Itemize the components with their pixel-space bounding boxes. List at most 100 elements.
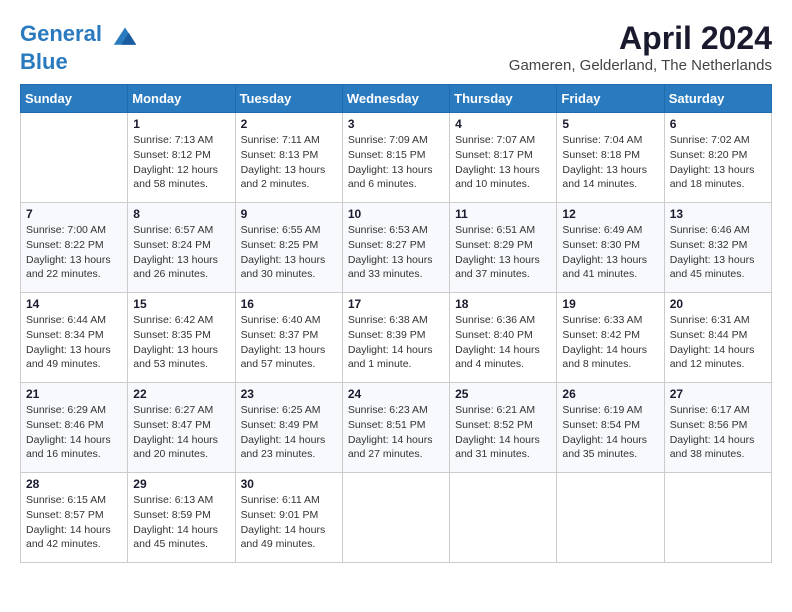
calendar-cell: 6 Sunrise: 7:02 AM Sunset: 8:20 PM Daylig… — [664, 113, 771, 203]
day-number: 28 — [26, 477, 122, 491]
calendar-cell: 5Sunrise: 7:04 AM Sunset: 8:18 PM Daylig… — [557, 113, 664, 203]
weekday-header-monday: Monday — [128, 85, 235, 113]
calendar-cell: 13 Sunrise: 6:46 AM Sunset: 8:32 PM Dayli… — [664, 203, 771, 293]
calendar-cell: 8 Sunrise: 6:57 AM Sunset: 8:24 PM Daylig… — [128, 203, 235, 293]
calendar-cell: 17 Sunrise: 6:38 AM Sunset: 8:39 PM Dayli… — [342, 293, 449, 383]
day-number: 17 — [348, 297, 444, 311]
weekday-header-tuesday: Tuesday — [235, 85, 342, 113]
calendar-cell — [664, 473, 771, 563]
day-number: 16 — [241, 297, 337, 311]
weekday-header-row: SundayMondayTuesdayWednesdayThursdayFrid… — [21, 85, 772, 113]
day-number: 4 — [455, 117, 551, 131]
calendar-cell: 19Sunrise: 6:33 AM Sunset: 8:42 PM Dayli… — [557, 293, 664, 383]
day-info: Sunrise: 6:46 AM Sunset: 8:32 PM Dayligh… — [670, 223, 766, 282]
logo-blue: Blue — [20, 50, 140, 74]
day-info: Sunrise: 6:40 AM Sunset: 8:37 PM Dayligh… — [241, 313, 337, 372]
day-info: Sunrise: 6:11 AM Sunset: 9:01 PM Dayligh… — [241, 493, 337, 552]
calendar-week-3: 14 Sunrise: 6:44 AM Sunset: 8:34 PM Dayli… — [21, 293, 772, 383]
day-info: Sunrise: 6:36 AM Sunset: 8:40 PM Dayligh… — [455, 313, 551, 372]
day-number: 19 — [562, 297, 658, 311]
calendar-cell — [21, 113, 128, 203]
day-number: 1 — [133, 117, 229, 131]
day-info: Sunrise: 6:44 AM Sunset: 8:34 PM Dayligh… — [26, 313, 122, 372]
calendar-cell: 7 Sunrise: 7:00 AM Sunset: 8:22 PM Daylig… — [21, 203, 128, 293]
weekday-header-saturday: Saturday — [664, 85, 771, 113]
day-number: 24 — [348, 387, 444, 401]
day-info: Sunrise: 6:21 AM Sunset: 8:52 PM Dayligh… — [455, 403, 551, 462]
calendar-cell — [342, 473, 449, 563]
day-info: Sunrise: 6:25 AM Sunset: 8:49 PM Dayligh… — [241, 403, 337, 462]
calendar-cell: 12Sunrise: 6:49 AM Sunset: 8:30 PM Dayli… — [557, 203, 664, 293]
calendar-cell: 14 Sunrise: 6:44 AM Sunset: 8:34 PM Dayli… — [21, 293, 128, 383]
calendar-cell: 27 Sunrise: 6:17 AM Sunset: 8:56 PM Dayli… — [664, 383, 771, 473]
calendar-week-2: 7 Sunrise: 7:00 AM Sunset: 8:22 PM Daylig… — [21, 203, 772, 293]
logo: General Blue — [20, 20, 140, 74]
title-block: April 2024 Gameren, Gelderland, The Neth… — [509, 20, 772, 74]
calendar-cell — [557, 473, 664, 563]
day-info: Sunrise: 6:55 AM Sunset: 8:25 PM Dayligh… — [241, 223, 337, 282]
day-number: 10 — [348, 207, 444, 221]
calendar-cell: 15Sunrise: 6:42 AM Sunset: 8:35 PM Dayli… — [128, 293, 235, 383]
day-info: Sunrise: 6:17 AM Sunset: 8:56 PM Dayligh… — [670, 403, 766, 462]
weekday-header-sunday: Sunday — [21, 85, 128, 113]
day-info: Sunrise: 7:09 AM Sunset: 8:15 PM Dayligh… — [348, 133, 444, 192]
calendar-cell: 26Sunrise: 6:19 AM Sunset: 8:54 PM Dayli… — [557, 383, 664, 473]
calendar-cell: 11Sunrise: 6:51 AM Sunset: 8:29 PM Dayli… — [450, 203, 557, 293]
calendar-table: SundayMondayTuesdayWednesdayThursdayFrid… — [20, 84, 772, 563]
day-info: Sunrise: 6:57 AM Sunset: 8:24 PM Dayligh… — [133, 223, 229, 282]
page-header: General Blue April 2024 Gameren, Gelderl… — [20, 20, 772, 74]
day-info: Sunrise: 6:51 AM Sunset: 8:29 PM Dayligh… — [455, 223, 551, 282]
month-year: April 2024 — [509, 20, 772, 57]
day-info: Sunrise: 7:13 AM Sunset: 8:12 PM Dayligh… — [133, 133, 229, 192]
day-number: 3 — [348, 117, 444, 131]
day-number: 30 — [241, 477, 337, 491]
day-info: Sunrise: 6:31 AM Sunset: 8:44 PM Dayligh… — [670, 313, 766, 372]
day-info: Sunrise: 7:07 AM Sunset: 8:17 PM Dayligh… — [455, 133, 551, 192]
calendar-cell: 30 Sunrise: 6:11 AM Sunset: 9:01 PM Dayli… — [235, 473, 342, 563]
day-info: Sunrise: 6:53 AM Sunset: 8:27 PM Dayligh… — [348, 223, 444, 282]
calendar-cell: 10 Sunrise: 6:53 AM Sunset: 8:27 PM Dayli… — [342, 203, 449, 293]
day-number: 22 — [133, 387, 229, 401]
calendar-cell: 4 Sunrise: 7:07 AM Sunset: 8:17 PM Daylig… — [450, 113, 557, 203]
day-number: 18 — [455, 297, 551, 311]
day-number: 21 — [26, 387, 122, 401]
day-info: Sunrise: 6:13 AM Sunset: 8:59 PM Dayligh… — [133, 493, 229, 552]
day-number: 23 — [241, 387, 337, 401]
day-number: 6 — [670, 117, 766, 131]
day-info: Sunrise: 7:00 AM Sunset: 8:22 PM Dayligh… — [26, 223, 122, 282]
calendar-cell: 9 Sunrise: 6:55 AM Sunset: 8:25 PM Daylig… — [235, 203, 342, 293]
day-number: 14 — [26, 297, 122, 311]
calendar-week-1: 1 Sunrise: 7:13 AM Sunset: 8:12 PM Daylig… — [21, 113, 772, 203]
calendar-cell: 2 Sunrise: 7:11 AM Sunset: 8:13 PM Daylig… — [235, 113, 342, 203]
calendar-week-5: 28 Sunrise: 6:15 AM Sunset: 8:57 PM Dayli… — [21, 473, 772, 563]
day-info: Sunrise: 6:29 AM Sunset: 8:46 PM Dayligh… — [26, 403, 122, 462]
day-number: 5 — [562, 117, 658, 131]
day-info: Sunrise: 7:11 AM Sunset: 8:13 PM Dayligh… — [241, 133, 337, 192]
calendar-cell: 22 Sunrise: 6:27 AM Sunset: 8:47 PM Dayli… — [128, 383, 235, 473]
day-info: Sunrise: 6:38 AM Sunset: 8:39 PM Dayligh… — [348, 313, 444, 372]
calendar-cell: 3 Sunrise: 7:09 AM Sunset: 8:15 PM Daylig… — [342, 113, 449, 203]
day-number: 8 — [133, 207, 229, 221]
calendar-cell: 25 Sunrise: 6:21 AM Sunset: 8:52 PM Dayli… — [450, 383, 557, 473]
calendar-cell: 23 Sunrise: 6:25 AM Sunset: 8:49 PM Dayli… — [235, 383, 342, 473]
weekday-header-wednesday: Wednesday — [342, 85, 449, 113]
day-info: Sunrise: 6:15 AM Sunset: 8:57 PM Dayligh… — [26, 493, 122, 552]
day-number: 13 — [670, 207, 766, 221]
day-number: 27 — [670, 387, 766, 401]
location: Gameren, Gelderland, The Netherlands — [509, 57, 772, 74]
day-info: Sunrise: 6:42 AM Sunset: 8:35 PM Dayligh… — [133, 313, 229, 372]
calendar-cell: 18 Sunrise: 6:36 AM Sunset: 8:40 PM Dayli… — [450, 293, 557, 383]
weekday-header-friday: Friday — [557, 85, 664, 113]
calendar-cell — [450, 473, 557, 563]
day-number: 26 — [562, 387, 658, 401]
day-number: 2 — [241, 117, 337, 131]
day-info: Sunrise: 6:27 AM Sunset: 8:47 PM Dayligh… — [133, 403, 229, 462]
weekday-header-thursday: Thursday — [450, 85, 557, 113]
day-number: 25 — [455, 387, 551, 401]
day-info: Sunrise: 6:49 AM Sunset: 8:30 PM Dayligh… — [562, 223, 658, 282]
day-number: 9 — [241, 207, 337, 221]
day-info: Sunrise: 7:02 AM Sunset: 8:20 PM Dayligh… — [670, 133, 766, 192]
calendar-cell: 20Sunrise: 6:31 AM Sunset: 8:44 PM Dayli… — [664, 293, 771, 383]
calendar-week-4: 21 Sunrise: 6:29 AM Sunset: 8:46 PM Dayli… — [21, 383, 772, 473]
day-number: 7 — [26, 207, 122, 221]
